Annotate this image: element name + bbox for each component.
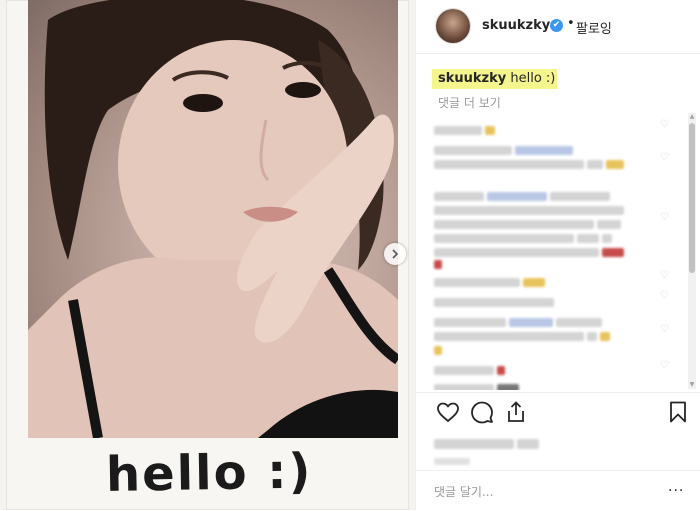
header-username[interactable]: skuukzky bbox=[482, 18, 550, 33]
comment-item-line bbox=[434, 242, 627, 261]
portrait-illustration bbox=[28, 0, 398, 438]
header-separator: • bbox=[567, 16, 575, 31]
comment-list: ♡ ♡ ♡ ♡ ♡ ♡ ♡ bbox=[416, 112, 700, 390]
comment-icon[interactable] bbox=[470, 400, 494, 424]
following-button[interactable]: 팔로잉 bbox=[576, 18, 612, 37]
post-timestamp bbox=[434, 451, 473, 470]
heart-icon[interactable] bbox=[436, 400, 460, 424]
comment-item bbox=[434, 378, 522, 390]
view-more-comments-link[interactable]: 댓글 더 보기 bbox=[438, 94, 501, 111]
polaroid-frame: hello :) bbox=[6, 0, 409, 510]
post-photo[interactable] bbox=[28, 0, 398, 438]
comment-item-line bbox=[434, 254, 445, 273]
bookmark-icon[interactable] bbox=[666, 400, 690, 424]
verified-badge-icon: ✔ bbox=[550, 19, 563, 32]
comment-like-icon[interactable]: ♡ bbox=[660, 291, 669, 301]
comment-item-line bbox=[434, 326, 613, 345]
post-caption: skuukzky hello :) bbox=[438, 71, 555, 86]
comments-scrollbar[interactable]: ▲ ▼ bbox=[688, 113, 696, 389]
scroll-up-arrow-icon[interactable]: ▲ bbox=[688, 113, 696, 121]
comment-like-icon[interactable]: ♡ bbox=[660, 361, 669, 371]
comment-box: ··· bbox=[416, 470, 700, 511]
photo-panel: hello :) bbox=[0, 0, 415, 510]
caption-username[interactable]: skuukzky bbox=[438, 71, 506, 86]
comment-item bbox=[434, 292, 557, 311]
caption-text: hello :) bbox=[510, 71, 556, 86]
polaroid-handwriting: hello :) bbox=[105, 443, 313, 504]
instagram-post-view: hello :) skuukzky ✔ • 팔로잉 skuukzky hello… bbox=[0, 0, 700, 510]
scrollbar-thumb[interactable] bbox=[689, 123, 695, 273]
comment-like-icon[interactable]: ♡ bbox=[660, 120, 669, 130]
comment-like-icon[interactable]: ♡ bbox=[660, 153, 669, 163]
comment-like-icon[interactable]: ♡ bbox=[660, 271, 669, 281]
post-header: skuukzky ✔ • 팔로잉 bbox=[416, 0, 700, 54]
scroll-down-arrow-icon[interactable]: ▼ bbox=[688, 381, 696, 389]
comment-like-icon[interactable]: ♡ bbox=[660, 325, 669, 335]
comment-item-line bbox=[434, 340, 445, 359]
chevron-right-icon bbox=[392, 249, 399, 259]
comment-input[interactable] bbox=[434, 483, 654, 501]
comment-item-line bbox=[434, 154, 627, 173]
next-photo-button[interactable] bbox=[384, 243, 406, 265]
comment-like-icon[interactable]: ♡ bbox=[660, 213, 669, 223]
likes-count[interactable] bbox=[434, 433, 542, 452]
post-side-panel: skuukzky ✔ • 팔로잉 skuukzky hello :) 댓글 더 … bbox=[415, 0, 700, 510]
more-options-icon[interactable]: ··· bbox=[668, 483, 684, 499]
comment-item bbox=[434, 360, 508, 379]
post-action-bar bbox=[416, 392, 700, 429]
comment-item bbox=[434, 272, 548, 291]
share-icon[interactable] bbox=[504, 400, 528, 424]
comment-item bbox=[434, 120, 498, 139]
avatar[interactable] bbox=[436, 9, 470, 43]
